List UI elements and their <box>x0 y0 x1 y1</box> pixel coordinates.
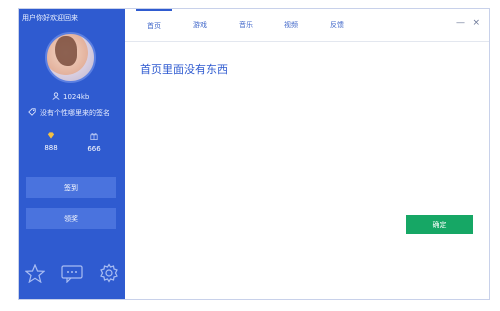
tab-video[interactable]: 视频 <box>273 9 309 40</box>
stat-gifts[interactable]: 666 <box>79 132 109 153</box>
diamond-icon <box>36 132 66 141</box>
main-panel: 首页 游戏 音乐 视频 反馈 — × 首页里面没有东西 确定 <box>125 9 489 299</box>
stat-diamonds[interactable]: 888 <box>36 132 66 152</box>
gear-icon[interactable] <box>99 263 119 287</box>
diamond-count: 888 <box>44 144 58 152</box>
greeting-text: 用户你好欢迎回来 <box>22 14 78 22</box>
user-icon <box>52 92 60 102</box>
app-window: 用户你好欢迎回来 1024kb 没有个性哪里来的签名 888 666 签到 领奖… <box>18 8 490 300</box>
avatar[interactable] <box>45 32 96 83</box>
claim-award-button[interactable]: 领奖 <box>26 208 116 229</box>
signature[interactable]: 没有个性哪里来的签名 <box>28 108 110 118</box>
sign-in-button[interactable]: 签到 <box>26 177 116 198</box>
gift-count: 666 <box>87 145 101 153</box>
tab-home[interactable]: 首页 <box>136 9 172 40</box>
sidebar-bottom-toolbar <box>24 262 119 287</box>
sidebar: 用户你好欢迎回来 1024kb 没有个性哪里来的签名 888 666 签到 领奖 <box>19 9 125 299</box>
tab-bar: 首页 游戏 音乐 视频 反馈 — × <box>125 9 489 42</box>
tab-games[interactable]: 游戏 <box>182 9 218 40</box>
star-icon[interactable] <box>24 262 46 287</box>
tab-feedback[interactable]: 反馈 <box>319 9 355 40</box>
gift-icon <box>79 132 109 142</box>
confirm-button[interactable]: 确定 <box>406 215 473 234</box>
signature-text: 没有个性哪里来的签名 <box>40 109 110 117</box>
storage-info: 1024kb <box>52 92 89 102</box>
minimize-button[interactable]: — <box>456 19 465 28</box>
tag-icon <box>28 108 36 118</box>
close-button[interactable]: × <box>472 19 480 28</box>
tab-music[interactable]: 音乐 <box>228 9 264 40</box>
content-title: 首页里面没有东西 <box>140 63 228 76</box>
storage-value: 1024kb <box>63 93 90 101</box>
message-icon[interactable] <box>61 264 83 287</box>
